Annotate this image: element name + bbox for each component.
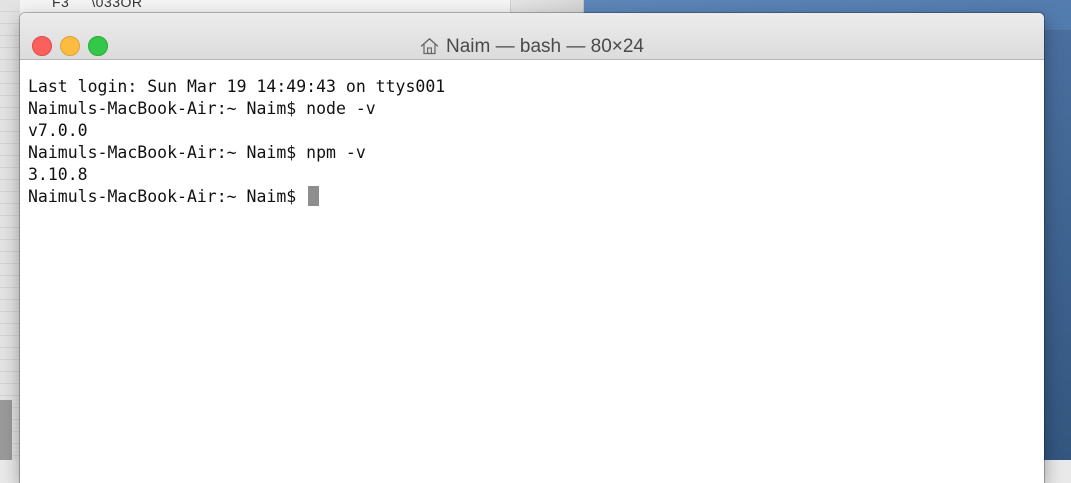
terminal-line: Naimuls-MacBook-Air:~ Naim$ npm -v [28,143,366,162]
terminal-output[interactable]: Last login: Sun Mar 19 14:49:43 on ttys0… [20,60,1044,208]
terminal-window[interactable]: Naim — bash — 80×24 Last login: Sun Mar … [20,13,1044,483]
terminal-prompt-line[interactable]: Naimuls-MacBook-Air:~ Naim$ [28,186,1044,208]
text-cursor [308,186,320,206]
desktop-edge [1044,30,1071,460]
window-title-text: Naim — bash — 80×24 [445,36,644,57]
window-title: Naim — bash — 80×24 [20,36,1044,61]
terminal-line: Naimuls-MacBook-Air:~ Naim$ node -v [28,99,376,118]
terminal-line: Last login: Sun Mar 19 14:49:43 on ttys0… [28,77,446,96]
terminal-line: 3.10.8 [28,165,88,184]
home-icon [420,37,439,61]
terminal-prompt: Naimuls-MacBook-Air:~ Naim$ [28,187,307,206]
background-key-label: F3 \033OR [52,0,143,10]
background-shade [0,400,12,460]
terminal-line: v7.0.0 [28,121,88,140]
title-bar[interactable]: Naim — bash — 80×24 [20,13,1044,60]
background-sidebar-strip [0,0,21,460]
